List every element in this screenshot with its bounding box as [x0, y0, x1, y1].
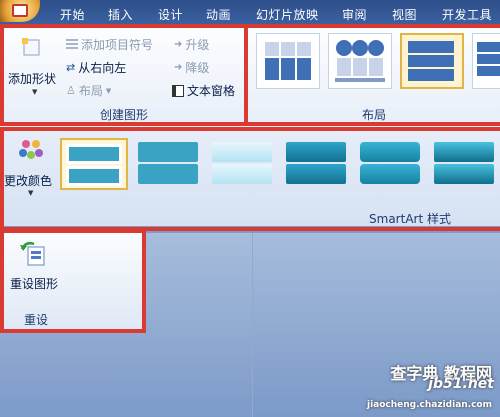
tab-animation[interactable]: 动画	[206, 6, 231, 23]
watermark-domain: jb51.net	[428, 376, 494, 392]
watermark-url: jiaocheng.chazidian.com	[366, 400, 492, 410]
tab-view[interactable]: 视图	[392, 6, 417, 23]
ribbon-tab-bar: 开始 插入 设计 动画 幻灯片放映 审阅 视图 开发工具	[0, 0, 500, 26]
highlight-box-styles	[0, 127, 500, 231]
tab-insert[interactable]: 插入	[108, 6, 133, 23]
tab-design[interactable]: 设计	[158, 6, 183, 23]
tab-home[interactable]: 开始	[60, 6, 85, 23]
highlight-box-layout	[244, 24, 500, 126]
tab-slideshow[interactable]: 幻灯片放映	[256, 6, 319, 23]
tab-review[interactable]: 审阅	[342, 6, 367, 23]
highlight-box-create-graphic	[0, 24, 248, 126]
tab-developer[interactable]: 开发工具	[442, 6, 492, 23]
highlight-box-reset	[0, 229, 146, 333]
office-logo-icon	[12, 4, 28, 17]
office-button[interactable]	[0, 0, 40, 22]
